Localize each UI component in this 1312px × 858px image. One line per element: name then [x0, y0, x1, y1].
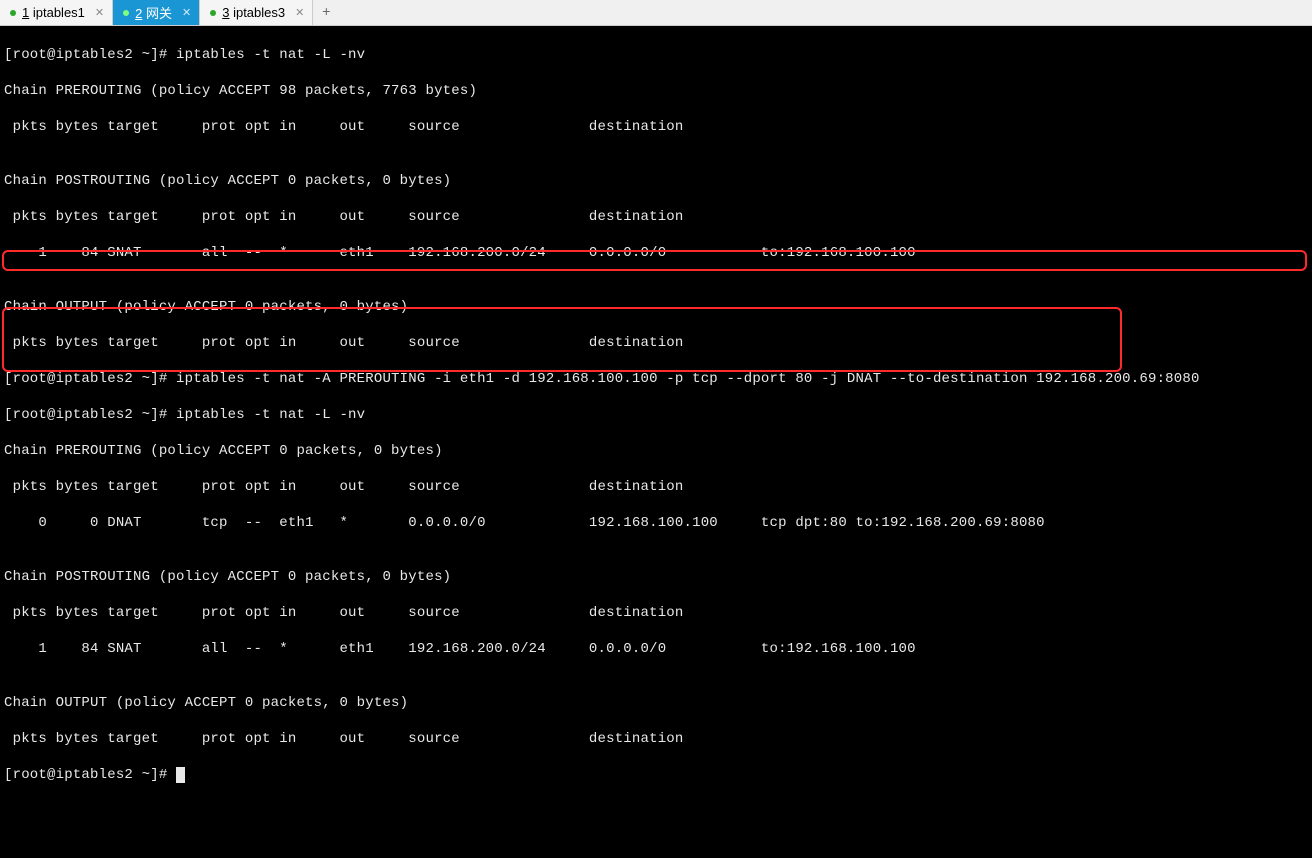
tab-number: 1 [22, 5, 29, 20]
tab-label: iptables1 [33, 5, 85, 20]
tab-label: 网关 [146, 6, 172, 21]
terminal-line: Chain OUTPUT (policy ACCEPT 0 packets, 0… [4, 298, 1308, 316]
terminal-line: Chain OUTPUT (policy ACCEPT 0 packets, 0… [4, 694, 1308, 712]
terminal-line: 1 84 SNAT all -- * eth1 192.168.200.0/24… [4, 640, 1308, 658]
tab-iptables3[interactable]: 3 iptables3 ✕ [200, 0, 313, 25]
tab-bar: 1 iptables1 ✕ 2 网关 ✕ 3 iptables3 ✕ + [0, 0, 1312, 26]
tab-gateway[interactable]: 2 网关 ✕ [113, 0, 200, 25]
terminal-prompt-line: [root@iptables2 ~]# [4, 766, 1308, 784]
status-dot-icon [10, 10, 16, 16]
terminal-line: 1 84 SNAT all -- * eth1 192.168.200.0/24… [4, 244, 1308, 262]
terminal-prompt: [root@iptables2 ~]# [4, 767, 176, 783]
terminal-line: Chain PREROUTING (policy ACCEPT 98 packe… [4, 82, 1308, 100]
terminal-line: [root@iptables2 ~]# iptables -t nat -L -… [4, 46, 1308, 64]
terminal-line: [root@iptables2 ~]# iptables -t nat -A P… [4, 370, 1308, 388]
close-icon[interactable]: ✕ [91, 6, 104, 19]
terminal-line: pkts bytes target prot opt in out source… [4, 730, 1308, 748]
terminal-line: Chain POSTROUTING (policy ACCEPT 0 packe… [4, 172, 1308, 190]
terminal-line: pkts bytes target prot opt in out source… [4, 478, 1308, 496]
cursor-icon [176, 767, 185, 783]
terminal-line: pkts bytes target prot opt in out source… [4, 118, 1308, 136]
status-dot-icon [210, 10, 216, 16]
close-icon[interactable]: ✕ [178, 6, 191, 19]
terminal-line: 0 0 DNAT tcp -- eth1 * 0.0.0.0/0 192.168… [4, 514, 1308, 532]
close-icon[interactable]: ✕ [291, 6, 304, 19]
status-dot-icon [123, 10, 129, 16]
terminal-line: pkts bytes target prot opt in out source… [4, 208, 1308, 226]
tab-label: iptables3 [233, 5, 285, 20]
terminal-line: Chain POSTROUTING (policy ACCEPT 0 packe… [4, 568, 1308, 586]
terminal-line: pkts bytes target prot opt in out source… [4, 604, 1308, 622]
tab-number: 3 [222, 5, 229, 20]
terminal-line: Chain PREROUTING (policy ACCEPT 0 packet… [4, 442, 1308, 460]
terminal-output[interactable]: [root@iptables2 ~]# iptables -t nat -L -… [0, 26, 1312, 858]
terminal-line: pkts bytes target prot opt in out source… [4, 334, 1308, 352]
tab-iptables1[interactable]: 1 iptables1 ✕ [0, 0, 113, 25]
terminal-line: [root@iptables2 ~]# iptables -t nat -L -… [4, 406, 1308, 424]
new-tab-button[interactable]: + [313, 0, 339, 25]
tab-number: 2 [135, 6, 142, 21]
